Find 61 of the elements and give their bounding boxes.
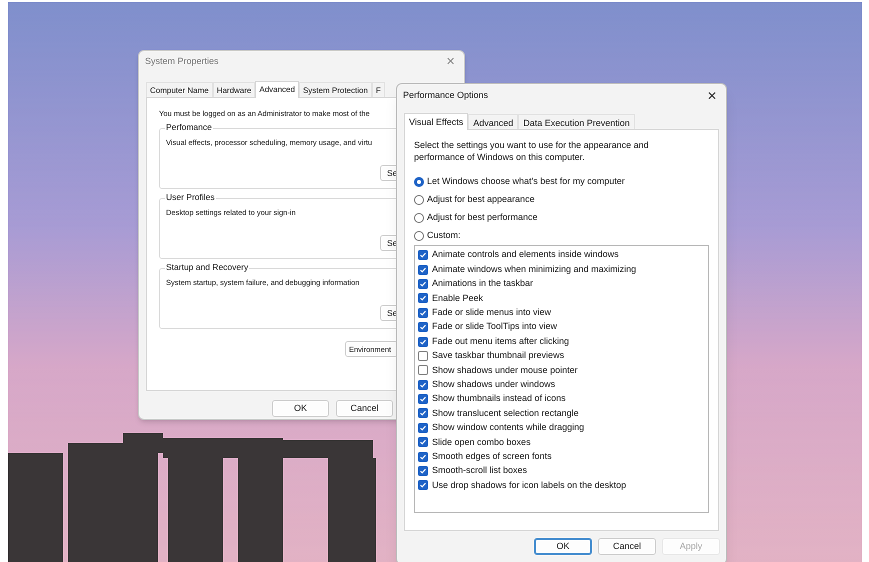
tab[interactable]: Data Execution Prevention xyxy=(518,114,635,129)
radio-label: Let Windows choose what's best for my computer xyxy=(427,175,625,188)
checkbox[interactable] xyxy=(418,466,428,476)
radio-button[interactable] xyxy=(414,231,424,241)
tab[interactable]: Visual Effects xyxy=(404,113,468,130)
window-title: System Properties xyxy=(145,55,219,68)
checkbox-label: Enable Peek xyxy=(432,292,484,305)
group-title: Perfomance xyxy=(165,123,213,132)
intro-text: Select the settings you want to use for the appearance and performance of Windows on this computer. xyxy=(414,139,650,163)
tab[interactable]: System Protection xyxy=(298,82,372,97)
checkbox[interactable] xyxy=(418,422,428,433)
tab[interactable]: Hardware xyxy=(212,82,256,97)
dialog-button[interactable]: OK xyxy=(272,400,329,417)
checkbox-label: Fade or slide menus into view xyxy=(432,306,552,319)
checkbox-label: Animations in the taskbar xyxy=(432,277,534,290)
dialog-button[interactable]: Cancel xyxy=(336,400,393,417)
checkbox[interactable] xyxy=(418,380,428,390)
checkbox[interactable] xyxy=(418,350,428,361)
checkbox[interactable] xyxy=(418,480,428,490)
checkbox-label: Show shadows under windows xyxy=(432,378,556,391)
window-title: Performance Options xyxy=(403,89,488,102)
close-button[interactable]: ✕ xyxy=(704,87,720,105)
checkbox[interactable] xyxy=(418,336,428,347)
group-title: Startup and Recovery xyxy=(165,263,250,272)
checkbox-label: Use drop shadows for icon labels on the desktop xyxy=(432,478,626,492)
checkbox[interactable] xyxy=(418,452,428,462)
checkbox[interactable] xyxy=(418,408,428,418)
tab[interactable]: Computer Name xyxy=(146,82,213,97)
checkbox-label: Fade out menu items after clicking xyxy=(432,334,570,348)
checkbox[interactable] xyxy=(418,394,428,404)
checkbox-label: Show shadows under mouse pointer xyxy=(432,364,578,377)
checkbox[interactable] xyxy=(418,250,428,260)
checkbox-label: Show translucent selection rectangle xyxy=(432,406,579,420)
tab[interactable]: F xyxy=(372,82,385,97)
radio-button[interactable] xyxy=(414,195,424,205)
checkbox-label: Smooth-scroll list boxes xyxy=(432,464,528,478)
checkbox[interactable] xyxy=(418,365,428,376)
checkbox-label: Smooth edges of screen fonts xyxy=(432,450,552,463)
radio-button[interactable] xyxy=(414,213,424,223)
checkbox[interactable] xyxy=(418,278,428,289)
checkbox[interactable] xyxy=(418,308,428,318)
checkbox-label: Animate controls and elements inside windows xyxy=(432,248,619,262)
radio-label: Custom: xyxy=(427,229,461,242)
checkbox-label: Slide open combo boxes xyxy=(432,436,531,449)
checkbox-label: Fade or slide ToolTips into view xyxy=(432,320,558,334)
radio-button[interactable] xyxy=(414,177,424,187)
group-title: User Profiles xyxy=(165,193,216,202)
tab[interactable]: Advanced xyxy=(468,114,518,129)
radio-label: Adjust for best performance xyxy=(427,211,538,224)
checkbox-label: Show window contents while dragging xyxy=(432,421,584,434)
checkbox[interactable] xyxy=(418,437,428,448)
checkbox[interactable] xyxy=(418,293,428,304)
radio-label: Adjust for best appearance xyxy=(427,193,535,206)
checkbox-label: Show thumbnails instead of icons xyxy=(432,392,566,406)
dialog-button[interactable]: OK xyxy=(534,538,592,555)
checkbox-label: Animate windows when minimizing and maximizing xyxy=(432,262,636,276)
tab[interactable]: Advanced xyxy=(255,81,299,98)
checkbox[interactable] xyxy=(418,264,428,275)
checkbox[interactable] xyxy=(418,322,428,332)
dialog-button[interactable]: Cancel xyxy=(598,538,656,555)
checkbox-label: Save taskbar thumbnail previews xyxy=(432,349,564,362)
